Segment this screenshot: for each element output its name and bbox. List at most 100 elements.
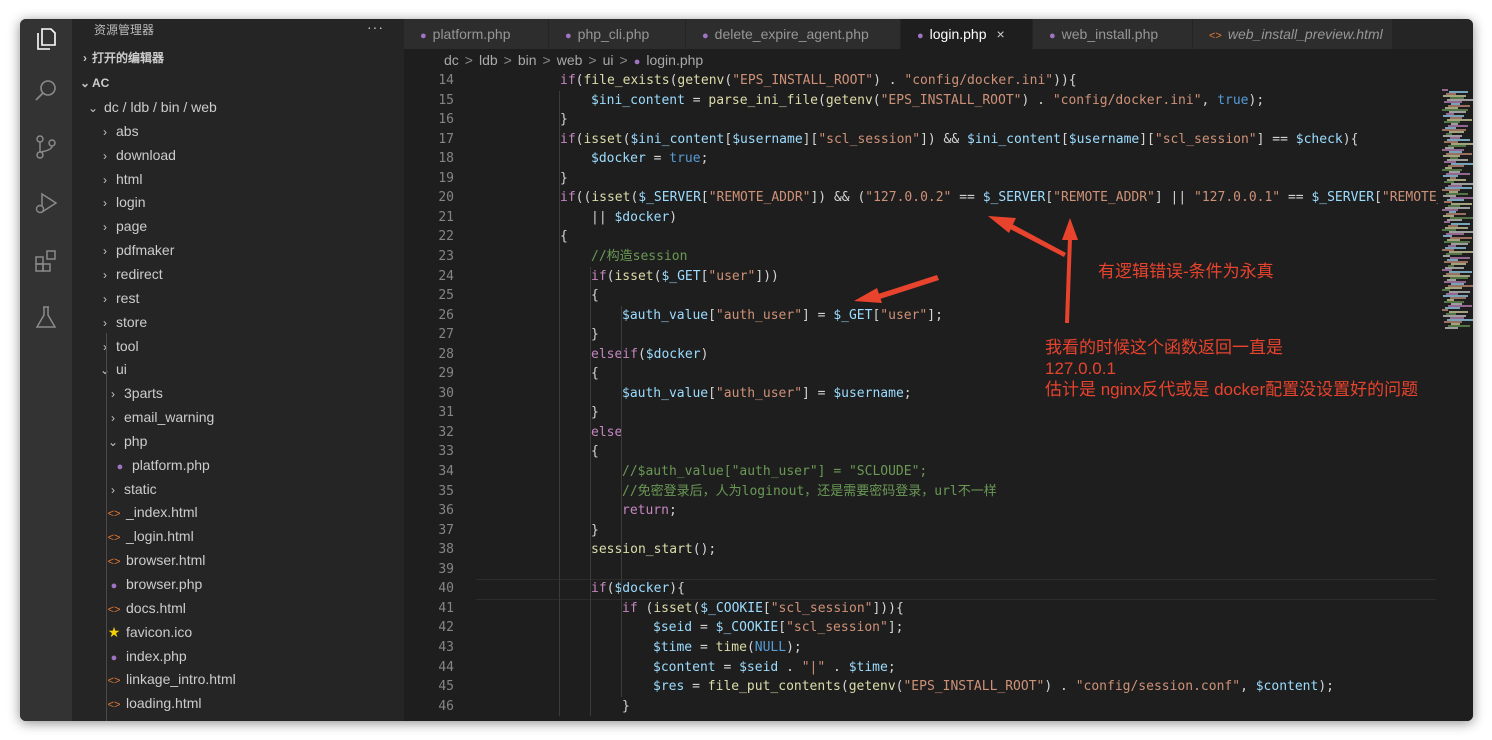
file-item[interactable]: ● index.php [72, 644, 404, 668]
breadcrumb-item[interactable]: ui [603, 52, 614, 68]
explorer-section[interactable]: ⌄ AC [72, 71, 404, 95]
folder-item[interactable]: ⌄ ui [72, 357, 404, 381]
item-label: _index.html [126, 504, 198, 521]
breadcrumb-item[interactable]: bin [518, 52, 537, 68]
html-file-icon: <> [1209, 30, 1222, 42]
code-line[interactable]: $seid = $_COOKIE["scl_session"]; [653, 618, 1438, 638]
folder-item[interactable]: › 3parts [72, 381, 404, 405]
code-token: "config/docker.ini" [904, 73, 1054, 88]
code-line[interactable]: { [560, 227, 1438, 247]
breadcrumb-separator: > [542, 52, 551, 68]
folder-item[interactable]: › pdfmaker [72, 238, 404, 262]
explorer-section[interactable]: › 打开的编辑器 [72, 46, 404, 70]
chevron-right-icon: › [83, 51, 87, 65]
code-token: ); [1318, 679, 1334, 695]
code-line[interactable]: { [591, 286, 1438, 306]
minimap[interactable] [1438, 71, 1473, 721]
code-line[interactable]: { [591, 442, 1438, 462]
code-line[interactable]: $res = file_put_contents(getenv("EPS_INS… [653, 677, 1438, 697]
item-label: docs.html [126, 599, 186, 616]
testing-flask-icon[interactable] [20, 297, 72, 337]
code-line[interactable]: if(file_exists(getenv("EPS_INSTALL_ROOT"… [560, 71, 1438, 91]
folder-item[interactable]: › email_warning [72, 405, 404, 429]
code-line[interactable]: if((isset($_SERVER["REMOTE_ADDR"]) && ("… [560, 188, 1438, 208]
folder-item[interactable]: › page [72, 214, 404, 238]
code-line[interactable]: } [560, 110, 1438, 130]
code-line[interactable]: if (isset($_COOKIE["scl_session"])){ [622, 599, 1438, 619]
file-item[interactable]: ★ favicon.ico [72, 620, 404, 644]
breadcrumb-item[interactable]: login.php [646, 52, 703, 68]
code-line[interactable]: else [591, 423, 1438, 443]
code-line[interactable]: session_start(); [591, 540, 1438, 560]
tab-file[interactable]: ● web_install.php [1033, 19, 1193, 49]
folder-item[interactable]: › tool [72, 334, 404, 358]
folder-item[interactable]: › download [72, 143, 404, 167]
code-token: . [825, 659, 849, 675]
code-line[interactable]: $ini_content = parse_ini_file(getenv("EP… [591, 91, 1438, 111]
extensions-icon[interactable] [20, 241, 72, 281]
code-line[interactable]: $content = $seid . "|" . $time; [653, 658, 1438, 678]
code-token: file_put_contents [707, 679, 841, 695]
tab-active[interactable]: ● login.php × [901, 19, 1033, 49]
code-token: )){ [1053, 73, 1077, 88]
file-item[interactable]: ● platform.php [72, 453, 404, 477]
file-item[interactable]: <> docs.html [72, 596, 404, 620]
search-icon[interactable] [20, 71, 72, 111]
minimap-line [1444, 221, 1450, 223]
folder-item[interactable]: › abs [72, 119, 404, 143]
code-line[interactable]: if(isset($_GET["user"])) [591, 267, 1438, 287]
indent-guide [106, 333, 107, 721]
code-token: [ [1374, 190, 1382, 206]
code-line[interactable]: } [591, 521, 1438, 541]
file-item[interactable]: ● browser.php [72, 572, 404, 596]
annotation-note-remote-addr: 我看的时候这个函数返回一直是 127.0.0.1 估计是 nginx反代或是 d… [1045, 337, 1418, 400]
breadcrumb-item[interactable]: web [557, 52, 583, 68]
code-line[interactable]: if(isset($ini_content[$username]["scl_se… [560, 130, 1438, 150]
code-line[interactable]: //免密登录后，人为loginout，还是需要密码登录，url不一样 [622, 482, 1438, 502]
explorer-icon[interactable] [20, 19, 72, 59]
folder-item[interactable]: › static [72, 477, 404, 501]
tab-file[interactable]: ● php_cli.php [549, 19, 686, 49]
code-line[interactable]: || $docker) [591, 208, 1438, 228]
breadcrumb-item[interactable]: ldb [479, 52, 498, 68]
tab-file[interactable]: ● platform.php [404, 19, 549, 49]
folder-item[interactable]: › store [72, 310, 404, 334]
code-line[interactable]: //$auth_value["auth_user"] = "SCLOUDE"; [622, 462, 1438, 482]
file-item[interactable]: <> loading.html [72, 691, 404, 715]
file-item[interactable]: <> _login.html [72, 524, 404, 548]
code-line[interactable]: } [622, 697, 1438, 717]
file-item[interactable]: <> browser.html [72, 548, 404, 572]
code-line[interactable]: //构造session [591, 247, 1438, 267]
run-debug-icon[interactable] [20, 183, 72, 223]
more-actions-button[interactable]: ··· [367, 19, 384, 38]
code-line[interactable]: $time = time(NULL); [653, 638, 1438, 658]
file-item[interactable]: <> linkage_intro.html [72, 667, 404, 691]
code-token: "scl_session" [786, 620, 888, 636]
close-icon[interactable]: × [996, 26, 1004, 42]
code-line[interactable]: $docker = true; [591, 149, 1438, 169]
code-line[interactable]: $auth_value["auth_user"] = $_GET["user"]… [622, 306, 1438, 326]
code-line[interactable]: } [591, 403, 1438, 423]
tab-file[interactable]: ● delete_expire_agent.php [686, 19, 901, 49]
folder-item[interactable]: › html [72, 167, 404, 191]
code-token: ) . [1044, 679, 1076, 695]
line-number: 14 [438, 73, 454, 88]
item-label: tool [116, 337, 139, 354]
folder-item[interactable]: ⌄ php [72, 429, 404, 453]
code-line[interactable] [544, 560, 1438, 580]
line-number: 16 [438, 112, 454, 128]
folder-item[interactable]: ⌄ dc / ldb / bin / web [72, 95, 404, 119]
folder-item[interactable]: › rest [72, 286, 404, 310]
code-token: ][ [1139, 131, 1155, 147]
line-number: 43 [438, 639, 454, 655]
code-token: [ [700, 190, 709, 206]
code-line[interactable]: if($docker){ [591, 579, 1438, 599]
folder-item[interactable]: › redirect [72, 262, 404, 286]
file-item[interactable]: <> _index.html [72, 500, 404, 524]
source-control-icon[interactable] [20, 127, 72, 167]
code-line[interactable]: } [560, 169, 1438, 189]
folder-item[interactable]: › login [72, 190, 404, 214]
tab-file[interactable]: <> web_install_preview.html [1193, 19, 1393, 49]
breadcrumb-item[interactable]: dc [444, 52, 459, 68]
code-line[interactable]: return; [622, 501, 1438, 521]
